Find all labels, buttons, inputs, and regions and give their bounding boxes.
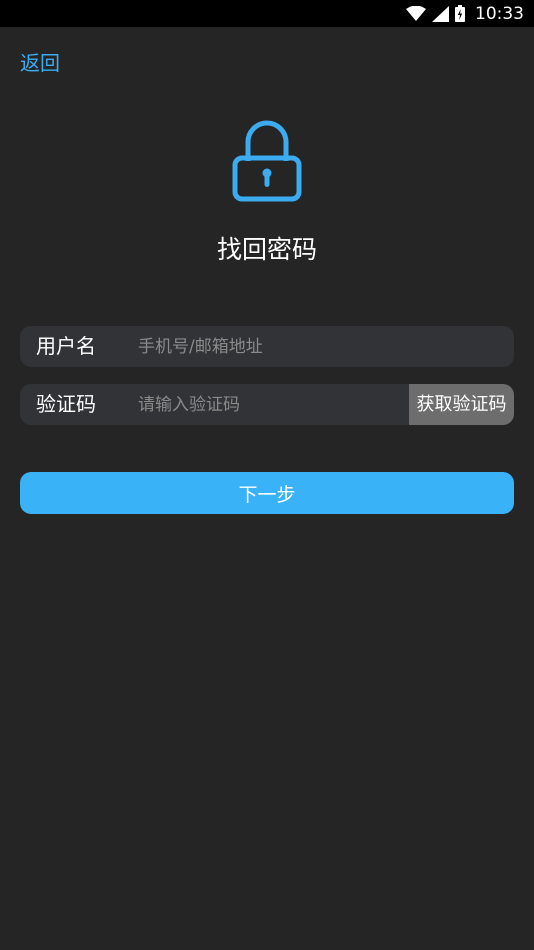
verification-code-row: 验证码 获取验证码: [20, 384, 514, 425]
signal-icon: [432, 5, 449, 22]
status-time: 10:33: [475, 3, 524, 24]
status-icons: 10:33: [406, 0, 524, 27]
page-title: 找回密码: [216, 235, 317, 264]
username-label: 用户名: [36, 334, 96, 358]
battery-icon: [455, 5, 465, 22]
back-button[interactable]: 返回: [20, 47, 60, 76]
status-bar: 10:33: [0, 0, 534, 27]
username-input[interactable]: [138, 326, 498, 367]
username-row: 用户名: [20, 326, 514, 367]
wifi-icon: [406, 5, 426, 21]
verification-code-input[interactable]: [138, 384, 408, 425]
get-code-button[interactable]: 获取验证码: [409, 384, 514, 425]
lock-icon: [232, 120, 302, 202]
next-button[interactable]: 下一步: [20, 472, 514, 514]
verification-code-label: 验证码: [36, 392, 96, 416]
